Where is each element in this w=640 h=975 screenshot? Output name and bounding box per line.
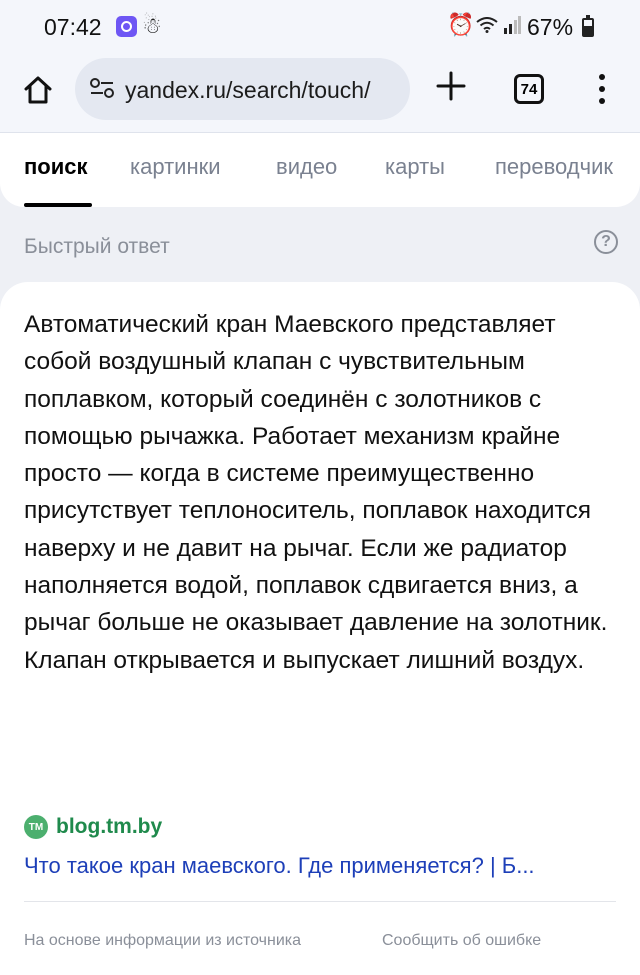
alarm-icon: ⏰ <box>447 12 475 37</box>
app-notification-icon <box>116 16 137 37</box>
tab-maps[interactable]: карты <box>385 154 445 180</box>
site-settings-icon[interactable] <box>89 77 115 99</box>
search-nav: поиск картинки видео карты переводчик <box>0 133 640 207</box>
based-on-source-text: На основе информации из источника <box>24 932 302 949</box>
source-logo: TM <box>24 815 48 839</box>
battery-icon <box>582 15 594 37</box>
status-time: 07:42 <box>44 14 102 40</box>
divider <box>24 901 616 902</box>
tab-search[interactable]: поиск <box>24 154 88 180</box>
tab-count: 74 <box>520 80 538 98</box>
home-button[interactable] <box>20 72 56 108</box>
person-icon: ☃ <box>142 13 162 38</box>
home-icon <box>24 76 52 104</box>
tab-translator[interactable]: переводчик <box>495 154 613 180</box>
source-domain[interactable]: blog.tm.by <box>56 815 162 839</box>
quick-answer-card: Автоматический кран Маевского представля… <box>0 282 640 975</box>
address-bar[interactable]: yandex.ru/search/touch/ <box>75 58 410 120</box>
source-row[interactable]: TM blog.tm.by <box>24 814 162 840</box>
status-bar: 07:42 ☃ ⏰ 67% <box>0 0 640 55</box>
answer-text: Автоматический кран Маевского представля… <box>24 311 608 674</box>
tab-images[interactable]: картинки <box>130 154 221 180</box>
help-icon[interactable]: ? <box>594 230 618 254</box>
plus-icon[interactable] <box>434 69 468 103</box>
wifi-icon <box>476 17 498 33</box>
signal-icon <box>504 16 521 34</box>
more-vert-icon[interactable] <box>592 72 612 106</box>
source-link[interactable]: Что такое кран маевского. Где применяетс… <box>24 853 616 879</box>
quick-answer-header: Быстрый ответ <box>0 207 640 282</box>
url-text: yandex.ru/search/touch/ <box>125 77 371 103</box>
quick-answer-title: Быстрый ответ <box>24 235 170 258</box>
battery-percent: 67% <box>527 14 574 40</box>
browser-toolbar: yandex.ru/search/touch/ 74 <box>0 55 640 133</box>
tab-video[interactable]: видео <box>276 154 337 180</box>
tabs-button[interactable]: 74 <box>514 74 544 104</box>
report-error-link[interactable]: Сообщить об ошибке <box>382 932 541 950</box>
